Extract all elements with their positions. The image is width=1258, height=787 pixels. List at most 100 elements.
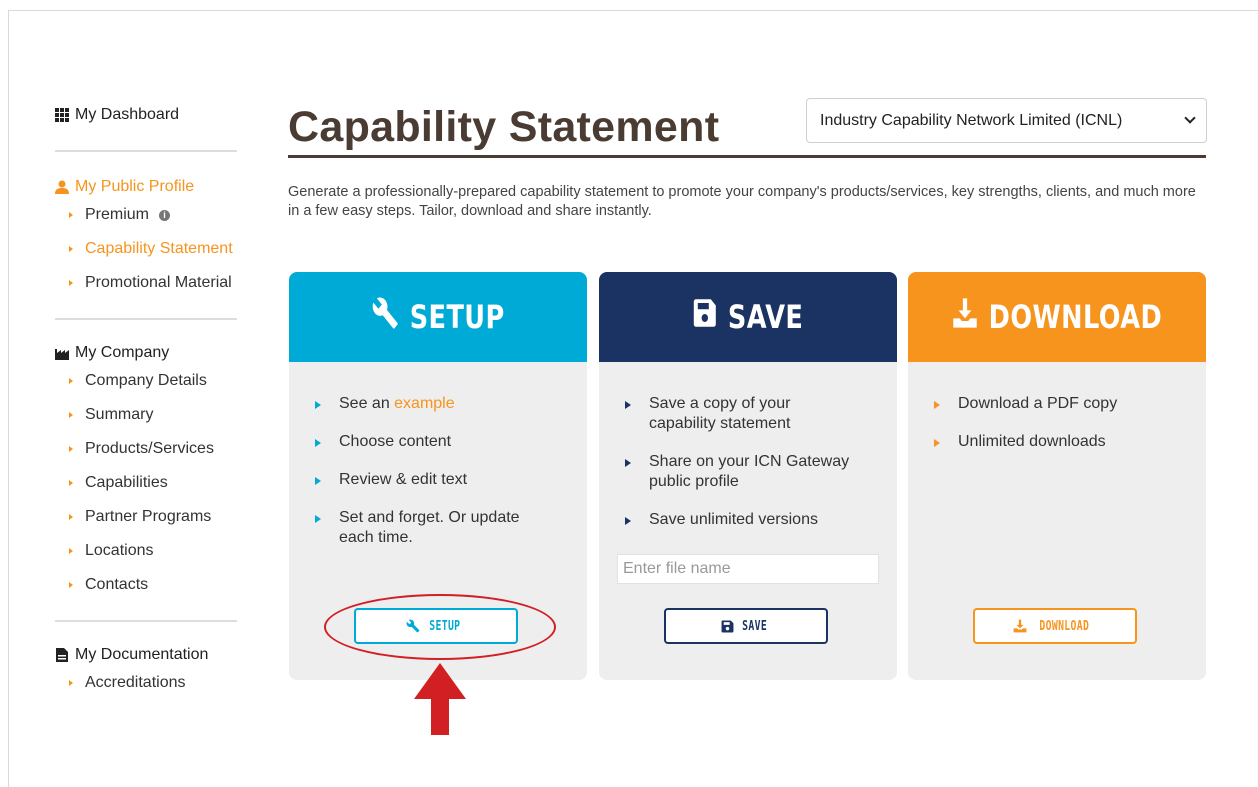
save-button[interactable]: SAVE [664, 608, 828, 644]
download-card-header: DOWNLOAD [908, 272, 1206, 362]
bullet-text: Unlimited downloads [958, 433, 1106, 450]
list-item: See an example [315, 394, 575, 414]
bullet-text: Download a PDF copy [958, 395, 1118, 412]
bullet-triangle-icon [69, 412, 73, 418]
sidebar-item-capability-statement[interactable]: Capability Statement [55, 232, 250, 266]
sidebar-section-public-profile[interactable]: My Public Profile [55, 176, 250, 198]
info-icon[interactable]: i [159, 209, 171, 221]
bullet-triangle-icon [934, 401, 940, 409]
sidebar-item-dashboard[interactable]: My Dashboard [55, 104, 250, 126]
download-icon [1013, 619, 1027, 633]
bullet-triangle-icon [315, 401, 321, 409]
sidebar-section-documentation[interactable]: My Documentation [55, 644, 250, 666]
title-underline [288, 155, 1206, 158]
bullet-text: Save a copy of your capability statement [649, 395, 791, 432]
bullet-triangle-icon [69, 582, 73, 588]
bullet-triangle-icon [69, 480, 73, 486]
sidebar-item-label: Partner Programs [85, 508, 212, 525]
save-bullets: Save a copy of your capability statement… [625, 394, 885, 548]
download-card-title: DOWNLOAD [988, 298, 1163, 336]
page-title: Capability Statement [288, 103, 720, 151]
sidebar-item-label: Promotional Material [85, 274, 232, 291]
company-select[interactable]: Industry Capability Network Limited (ICN… [806, 98, 1207, 143]
sidebar-item-label: Premium [85, 206, 150, 223]
save-card-header: SAVE [599, 272, 897, 362]
file-name-input[interactable] [617, 554, 879, 584]
bullet-triangle-icon [315, 477, 321, 485]
sidebar-item-accreditations[interactable]: Accreditations [55, 666, 250, 700]
save-card-title: SAVE [727, 298, 804, 336]
setup-card-title: SETUP [409, 298, 505, 336]
sidebar-item-label: Locations [85, 542, 154, 559]
wrench-icon [371, 296, 398, 338]
sidebar-item-label: Company Details [85, 372, 207, 389]
download-card: DOWNLOAD Download a PDF copy Unlimited d… [908, 272, 1206, 680]
bullet-triangle-icon [69, 212, 73, 218]
red-arrow-icon [414, 663, 466, 735]
example-link[interactable]: example [394, 395, 454, 412]
setup-bullets: See an example Choose content Review & e… [315, 394, 575, 566]
sidebar-item-locations[interactable]: Locations [55, 534, 250, 568]
sidebar-divider [55, 318, 237, 320]
bullet-triangle-icon [69, 680, 73, 686]
bullet-text: Save unlimited versions [649, 511, 818, 528]
bullet-triangle-icon [625, 459, 631, 467]
bullet-text: Set and forget. Or update each time. [339, 509, 520, 546]
sidebar-item-company-details[interactable]: Company Details [55, 364, 250, 398]
list-item: Save a copy of your capability statement [625, 394, 855, 434]
sidebar-item-products-services[interactable]: Products/Services [55, 432, 250, 466]
list-item: Choose content [315, 432, 575, 452]
bullet-text: Choose content [339, 433, 452, 450]
factory-icon [55, 346, 69, 360]
sidebar-item-partner-programs[interactable]: Partner Programs [55, 500, 250, 534]
sidebar-item-label: Capability Statement [85, 240, 233, 257]
bullet-triangle-icon [69, 548, 73, 554]
sidebar-section-label: My Public Profile [75, 178, 195, 195]
company-select-value: Industry Capability Network Limited (ICN… [820, 111, 1123, 129]
sidebar-item-summary[interactable]: Summary [55, 398, 250, 432]
sidebar-item-contacts[interactable]: Contacts [55, 568, 250, 602]
document-icon [55, 648, 69, 662]
sidebar-item-capabilities[interactable]: Capabilities [55, 466, 250, 500]
user-icon [55, 180, 69, 194]
list-item: Unlimited downloads [934, 432, 1194, 452]
list-item: Share on your ICN Gateway public profile [625, 452, 865, 492]
sidebar-item-label: Capabilities [85, 474, 168, 491]
sidebar-item-label: Products/Services [85, 440, 214, 457]
grid-icon [55, 108, 69, 122]
sidebar-item-label: Summary [85, 406, 154, 423]
sidebar-item-label: Accreditations [85, 674, 186, 691]
bullet-triangle-icon [69, 446, 73, 452]
sidebar-divider [55, 620, 237, 622]
floppy-disk-icon [693, 298, 717, 336]
bullet-triangle-icon [69, 246, 73, 252]
bullet-triangle-icon [625, 517, 631, 525]
bullet-triangle-icon [625, 401, 631, 409]
download-button[interactable]: DOWNLOAD [973, 608, 1137, 644]
bullet-text: Share on your ICN Gateway public profile [649, 453, 850, 490]
bullet-triangle-icon [69, 378, 73, 384]
setup-card-header: SETUP [289, 272, 587, 362]
bullet-text: Review & edit text [339, 471, 468, 488]
list-item: Review & edit text [315, 470, 575, 490]
save-card: SAVE Save a copy of your capability stat… [599, 272, 897, 680]
sidebar-item-promotional-material[interactable]: Promotional Material [55, 266, 250, 300]
sidebar-item-label: Contacts [85, 576, 149, 593]
list-item: Download a PDF copy [934, 394, 1194, 414]
bullet-triangle-icon [69, 514, 73, 520]
sidebar-item-label: My Dashboard [75, 106, 180, 123]
save-button-label: SAVE [742, 618, 767, 634]
download-button-label: DOWNLOAD [1039, 618, 1089, 634]
bullet-triangle-icon [315, 515, 321, 523]
list-item: Save unlimited versions [625, 510, 885, 530]
download-bullets: Download a PDF copy Unlimited downloads [934, 394, 1194, 470]
sidebar-section-label: My Documentation [75, 646, 209, 663]
sidebar-item-premium[interactable]: Premium i [55, 198, 250, 232]
sidebar-section-label: My Company [75, 344, 170, 361]
sidebar-section-company[interactable]: My Company [55, 342, 250, 364]
bullet-triangle-icon [315, 439, 321, 447]
chevron-down-icon [1184, 112, 1196, 124]
download-icon [952, 297, 978, 337]
sidebar: My Dashboard My Public Profile Premium i… [55, 104, 250, 700]
bullet-triangle-icon [69, 280, 73, 286]
